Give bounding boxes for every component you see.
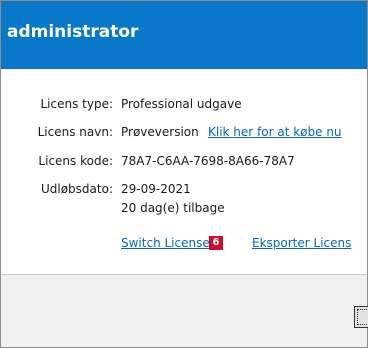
dialog-header: administrator (1, 1, 367, 69)
expiry-date-label: Udløbsdato: (40, 182, 113, 196)
license-type-label: Licens type: (40, 97, 113, 111)
footer-button[interactable] (354, 306, 368, 328)
license-type-value: Professional udgave (121, 97, 242, 111)
switch-license-link[interactable]: Switch License (121, 235, 210, 251)
export-license-link[interactable]: Eksporter Licens (252, 235, 351, 251)
dialog-title: administrator (7, 22, 139, 42)
buy-now-link[interactable]: Klik her for at købe nu (208, 124, 342, 140)
license-code-label: Licens kode: (38, 154, 113, 168)
notification-badge: 6 (209, 236, 223, 250)
license-name-label: Licens navn: (37, 125, 113, 139)
focus-rectangle (357, 309, 368, 325)
license-code-value: 78A7-C6AA-7698-8A66-78A7 (121, 154, 295, 168)
expiry-date-value: 29-09-2021 (121, 182, 191, 196)
license-info-panel: Licens type: Professional udgave Licens … (1, 69, 367, 274)
dialog-footer (1, 275, 367, 347)
license-dialog: administrator Licens type: Professional … (0, 0, 368, 348)
days-remaining: 20 dag(e) tilbage (121, 201, 225, 215)
license-name-value: Prøveversion (121, 125, 199, 139)
